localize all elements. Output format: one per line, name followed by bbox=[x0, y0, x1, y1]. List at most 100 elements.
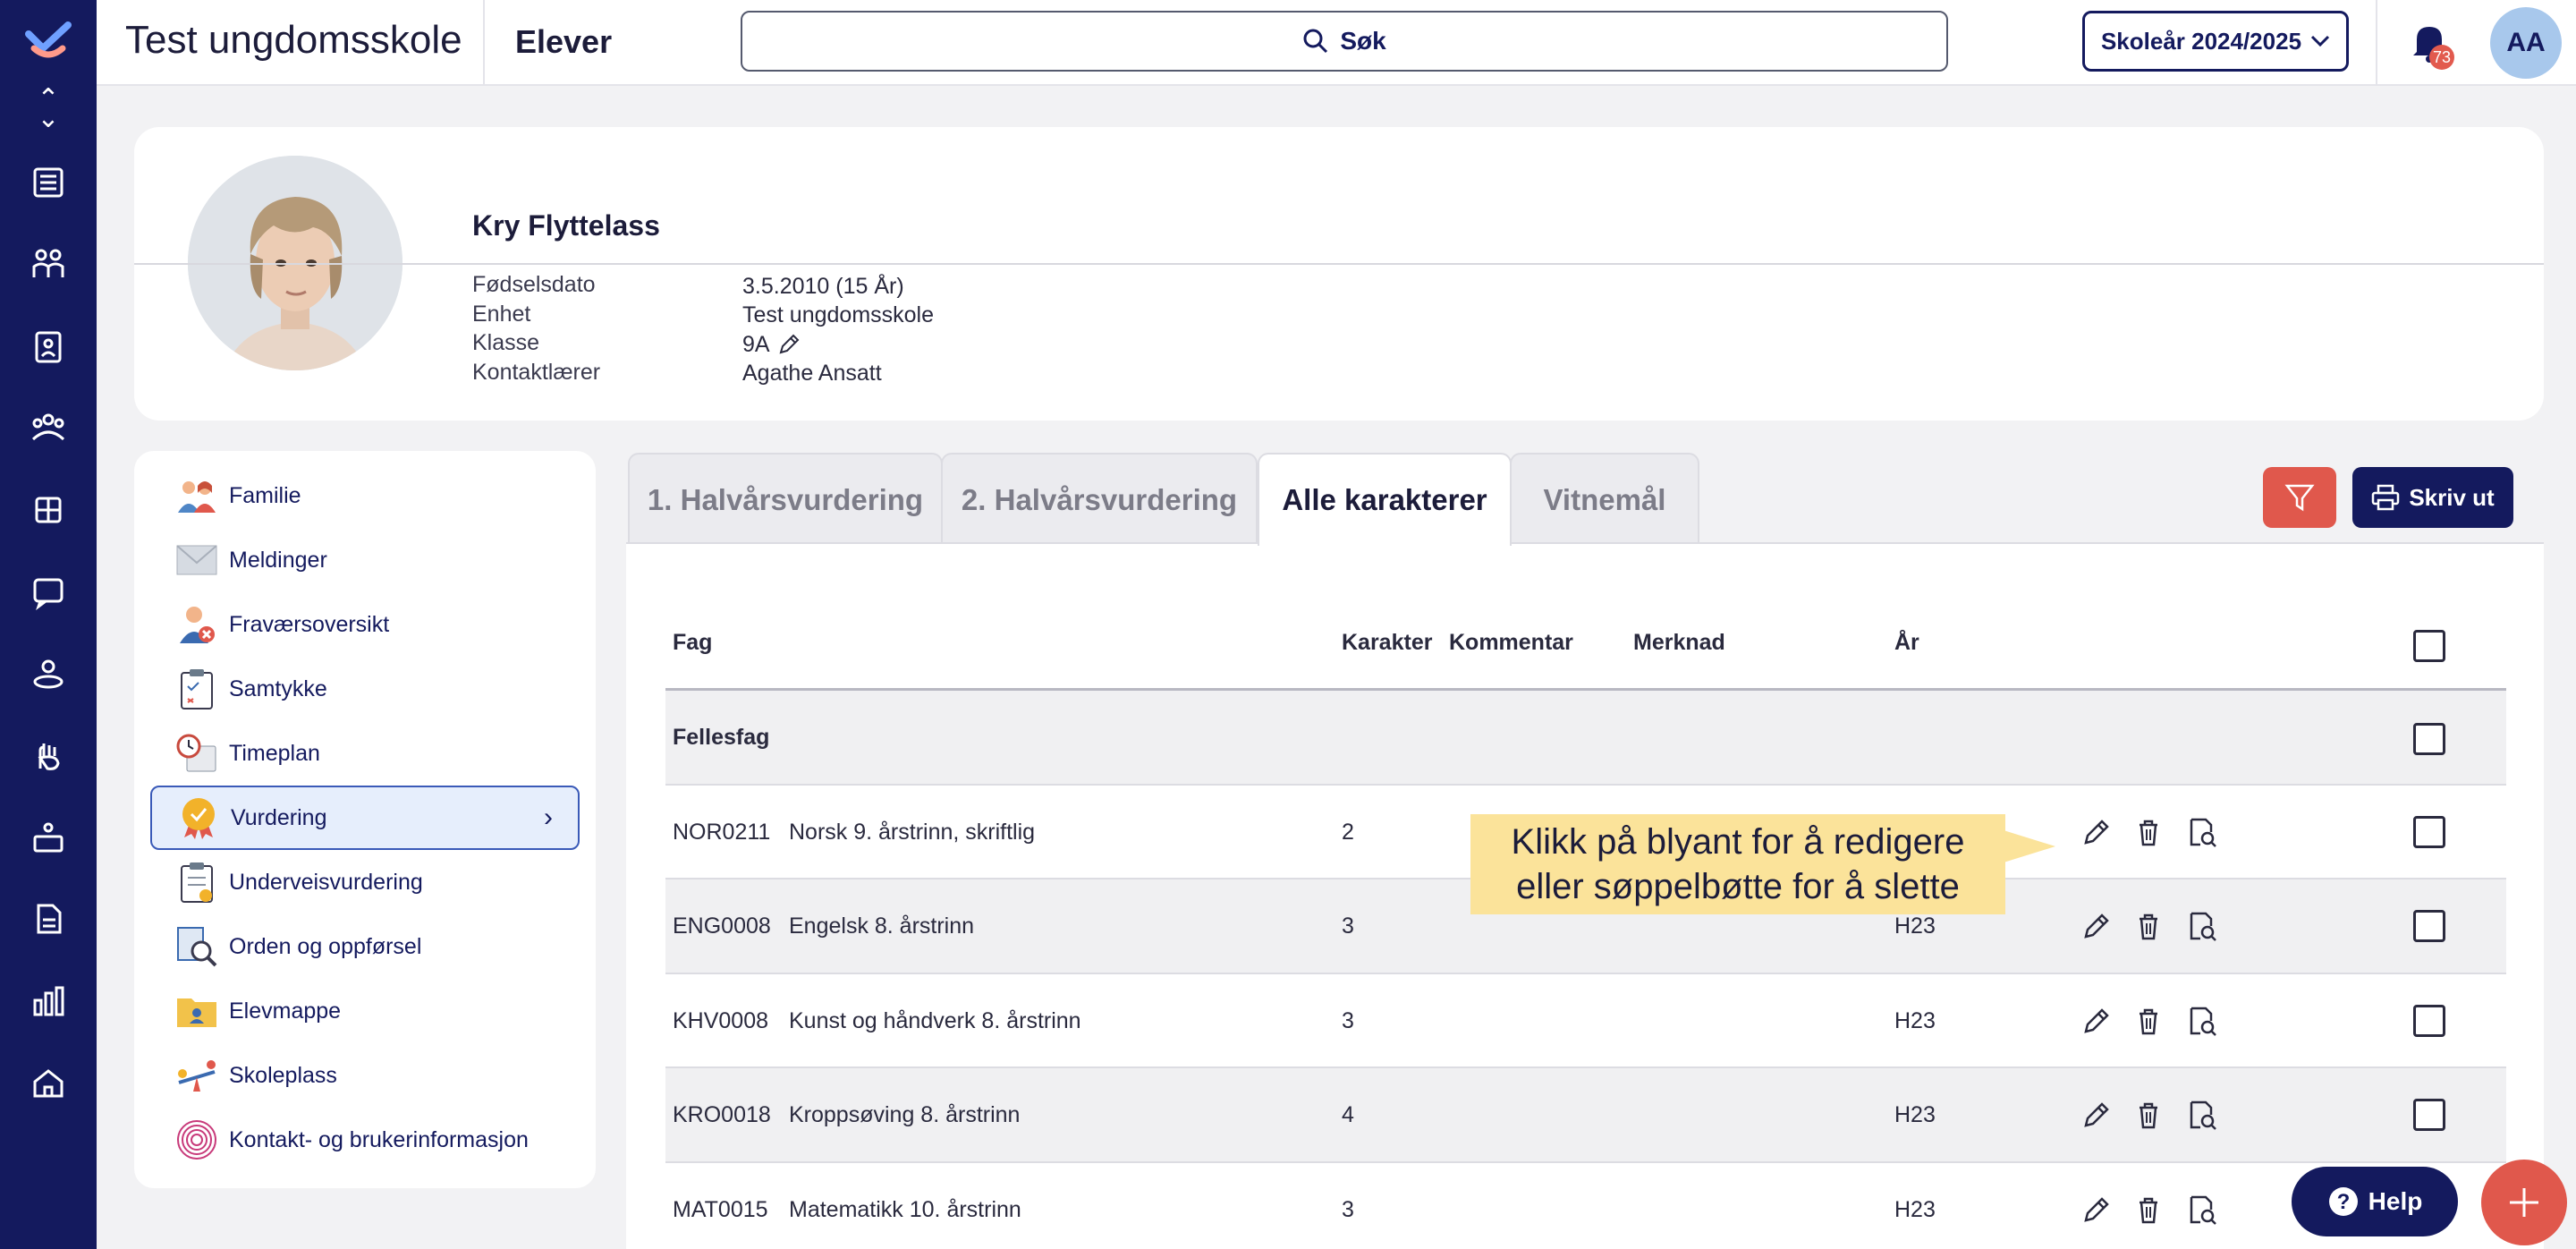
print-button[interactable]: Skriv ut bbox=[2352, 467, 2513, 528]
user-avatar[interactable]: AA bbox=[2490, 7, 2562, 79]
info-label: Kontaktlærer bbox=[472, 359, 601, 385]
row-checkbox[interactable] bbox=[2413, 1004, 2445, 1037]
info-row-birthdate: Fødselsdato 3.5.2010 (15 År) bbox=[472, 272, 934, 302]
view-document-icon[interactable] bbox=[2186, 1005, 2218, 1037]
header-merknad[interactable]: Merknad bbox=[1633, 630, 1725, 656]
rail-hand-icon[interactable] bbox=[0, 715, 97, 797]
rail-desk-icon[interactable] bbox=[0, 796, 97, 879]
tab-alle-karakterer[interactable]: Alle karakterer bbox=[1258, 453, 1512, 546]
row-checkbox[interactable] bbox=[2413, 815, 2445, 848]
year-value: H23 bbox=[1894, 1102, 1936, 1127]
rail-news-icon[interactable] bbox=[0, 141, 97, 224]
edit-pencil-icon[interactable] bbox=[2080, 1099, 2113, 1131]
school-year-select[interactable]: Skoleår 2024/2025 bbox=[2082, 11, 2349, 72]
rail-puzzle-icon[interactable] bbox=[0, 469, 97, 551]
menu-item-label: Vurdering bbox=[231, 804, 327, 830]
view-document-icon[interactable] bbox=[2186, 910, 2218, 942]
menu-item-label: Familie bbox=[229, 482, 301, 508]
subject-code: KHV0008 bbox=[673, 1007, 769, 1033]
instruction-tooltip: Klikk på blyant for å redigere eller søp… bbox=[1470, 814, 2005, 914]
header-fag[interactable]: Fag bbox=[673, 630, 712, 656]
subject-code: ENG0008 bbox=[673, 913, 771, 939]
family-icon bbox=[175, 474, 218, 517]
trash-icon[interactable] bbox=[2132, 1099, 2165, 1131]
grade-value: 2 bbox=[1342, 819, 1354, 845]
subject-name: Norsk 9. årstrinn, skriftlig bbox=[789, 819, 1036, 845]
tooltip-line-1: Klikk på blyant for å redigere bbox=[1511, 822, 1965, 862]
edit-pencil-icon[interactable] bbox=[2080, 1005, 2113, 1037]
menu-item-label: Samtykke bbox=[229, 675, 327, 701]
pencil-icon[interactable] bbox=[777, 333, 801, 356]
edit-pencil-icon[interactable] bbox=[2080, 1194, 2113, 1226]
info-value-class: 9A bbox=[742, 330, 801, 360]
trash-icon[interactable] bbox=[2132, 816, 2165, 848]
menu-item-familie[interactable]: Familie bbox=[150, 463, 580, 528]
app-logo-icon[interactable] bbox=[25, 21, 72, 59]
view-document-icon[interactable] bbox=[2186, 1194, 2218, 1226]
rail-badge-icon[interactable] bbox=[0, 305, 97, 387]
menu-item-label: Fraværsoversikt bbox=[229, 611, 390, 637]
tab-vitnemal[interactable]: Vitnemål bbox=[1510, 453, 1699, 546]
info-row-contact-teacher: Kontaktlærer Agathe Ansatt bbox=[472, 360, 934, 389]
menu-item-timeplan[interactable]: Timeplan bbox=[150, 721, 580, 786]
row-checkbox[interactable] bbox=[2413, 1099, 2445, 1131]
schedule-icon bbox=[175, 732, 218, 775]
page-title: Elever bbox=[515, 23, 613, 60]
menu-item-skoleplass[interactable]: Skoleplass bbox=[150, 1043, 580, 1108]
rail-groups-icon[interactable] bbox=[0, 387, 97, 470]
menu-item-label: Elevmappe bbox=[229, 998, 342, 1024]
year-value: H23 bbox=[1894, 1196, 1936, 1222]
header-divider bbox=[483, 0, 485, 86]
menu-item-samtykke[interactable]: Samtykke bbox=[150, 657, 580, 721]
student-side-menu: Familie Meldinger Fraværsoversikt Samtyk… bbox=[134, 451, 596, 1188]
header-kommentar[interactable]: Kommentar bbox=[1449, 630, 1573, 656]
chevron-right-icon: › bbox=[544, 803, 553, 832]
select-all-checkbox[interactable] bbox=[2413, 630, 2445, 662]
add-fab-button[interactable] bbox=[2481, 1160, 2567, 1245]
left-rail: ⌃ ⌄ bbox=[0, 0, 97, 1249]
search-bar[interactable]: Søk bbox=[741, 11, 1948, 72]
expand-collapse-icon[interactable]: ⌃ ⌄ bbox=[37, 86, 59, 132]
trash-icon[interactable] bbox=[2132, 910, 2165, 942]
header-karakter[interactable]: Karakter bbox=[1342, 630, 1432, 656]
menu-item-meldinger[interactable]: Meldinger bbox=[150, 528, 580, 592]
edit-pencil-icon[interactable] bbox=[2080, 910, 2113, 942]
row-checkbox[interactable] bbox=[2413, 910, 2445, 942]
grade-value: 3 bbox=[1342, 1007, 1354, 1033]
magnifier-doc-icon bbox=[175, 925, 218, 968]
grade-value: 3 bbox=[1342, 913, 1354, 939]
menu-item-kontakt-og-brukerinformasjon[interactable]: Kontakt- og brukerinformasjon bbox=[150, 1108, 580, 1172]
rail-school-icon[interactable] bbox=[0, 1042, 97, 1125]
tab-2-halvarsvurdering[interactable]: 2. Halvårsvurdering bbox=[941, 453, 1258, 546]
help-button[interactable]: ? Help bbox=[2292, 1167, 2458, 1236]
menu-item-label: Timeplan bbox=[229, 740, 320, 766]
table-group-row: Fellesfag bbox=[665, 691, 2506, 786]
trash-icon[interactable] bbox=[2132, 1005, 2165, 1037]
subject-code: NOR0211 bbox=[673, 819, 771, 845]
menu-item-vurdering[interactable]: Vurdering › bbox=[150, 786, 580, 850]
table-row: KHV0008 Kunst og håndverk 8. årstrinn 3 … bbox=[665, 974, 2506, 1068]
menu-item-elevmappe[interactable]: Elevmappe bbox=[150, 979, 580, 1043]
info-value: Agathe Ansatt bbox=[742, 361, 882, 387]
info-value: 3.5.2010 (15 År) bbox=[742, 273, 904, 299]
group-checkbox[interactable] bbox=[2413, 723, 2445, 755]
menu-item-fravaersoversikt[interactable]: Fraværsoversikt bbox=[150, 592, 580, 657]
rail-document-icon[interactable] bbox=[0, 879, 97, 961]
info-row-unit: Enhet Test ungdomsskole bbox=[472, 302, 934, 331]
filter-button[interactable] bbox=[2263, 467, 2336, 528]
rail-chat-icon[interactable] bbox=[0, 551, 97, 633]
header-ar[interactable]: År bbox=[1894, 630, 1919, 656]
menu-item-orden-og-oppforsel[interactable]: Orden og oppførsel bbox=[150, 914, 580, 979]
student-card: Kry Flyttelass Fødselsdato 3.5.2010 (15 … bbox=[134, 127, 2544, 421]
menu-item-underveisvurdering[interactable]: Underveisvurdering bbox=[150, 850, 580, 914]
view-document-icon[interactable] bbox=[2186, 1099, 2218, 1131]
envelope-icon bbox=[175, 539, 218, 582]
view-document-icon[interactable] bbox=[2186, 816, 2218, 848]
tab-1-halvarsvurdering[interactable]: 1. Halvårsvurdering bbox=[628, 453, 943, 546]
student-name: Kry Flyttelass bbox=[472, 209, 660, 242]
rail-students-icon[interactable] bbox=[0, 224, 97, 306]
rail-support-icon[interactable] bbox=[0, 633, 97, 715]
rail-stats-icon[interactable] bbox=[0, 960, 97, 1042]
edit-pencil-icon[interactable] bbox=[2080, 816, 2113, 848]
trash-icon[interactable] bbox=[2132, 1194, 2165, 1226]
